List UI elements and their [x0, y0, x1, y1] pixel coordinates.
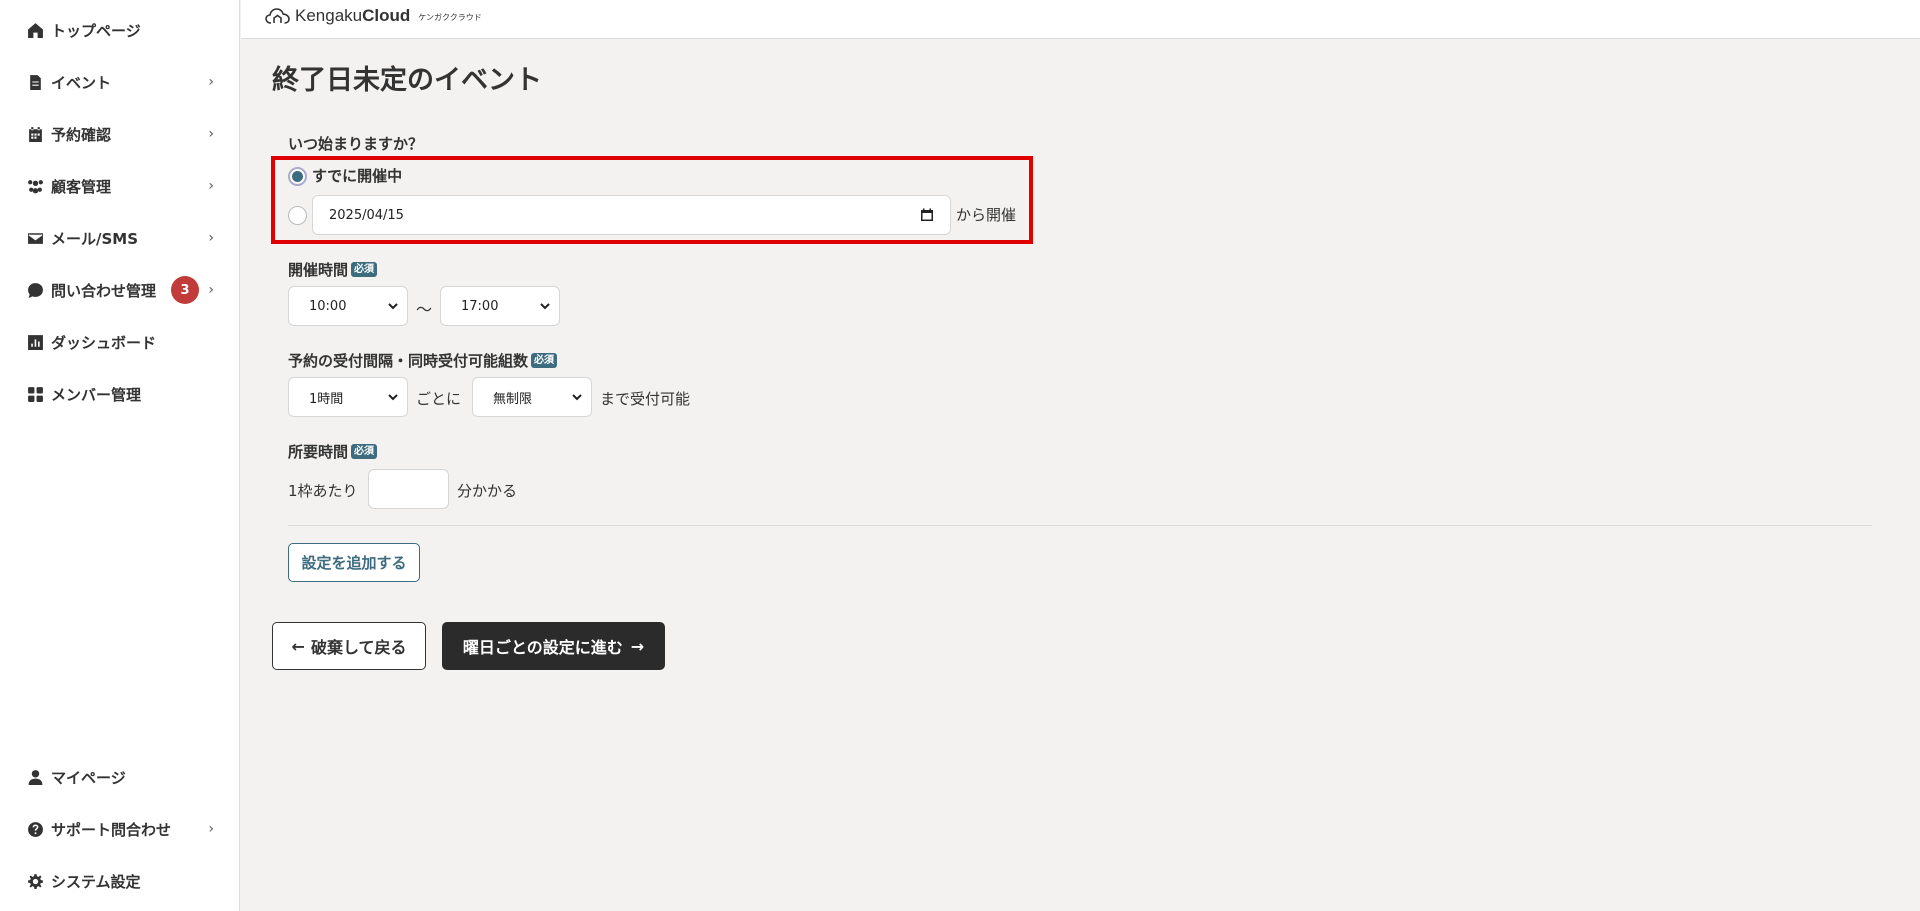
hours-end-select[interactable]: 17:00: [440, 286, 560, 326]
hours-label: 開催時間 必須: [288, 259, 378, 280]
hours-label-text: 開催時間: [288, 261, 349, 279]
add-setting-label: 設定を追加する: [301, 554, 407, 572]
discard-back-label: 破棄して戻る: [310, 638, 407, 657]
arrow-left-icon: ←: [291, 636, 305, 656]
required-badge: 必須: [351, 444, 378, 459]
sidebar-item-label: 問い合わせ管理: [51, 281, 157, 300]
sidebar-item-members[interactable]: メンバー管理: [0, 374, 240, 414]
sidebar-item-label: イベント: [51, 73, 112, 92]
home-icon: [27, 22, 44, 39]
hours-start-select[interactable]: 10:00: [288, 286, 408, 326]
sidebar-item-label: 顧客管理: [51, 177, 112, 196]
capacity-value: 無制限: [493, 391, 533, 407]
calendar-icon: [27, 126, 44, 143]
duration-prefix: 1枠あたり: [288, 482, 358, 500]
sidebar-item-customers[interactable]: 顧客管理 ›: [0, 166, 240, 206]
discard-back-button[interactable]: ← 破棄して戻る: [272, 622, 426, 670]
next-weekday-settings-button[interactable]: 曜日ごとの設定に進む →: [442, 622, 665, 670]
question-icon: [27, 821, 44, 838]
sidebar-item-my-page[interactable]: マイページ: [0, 757, 240, 797]
sidebar-item-mail-sms[interactable]: メール/SMS ›: [0, 218, 240, 258]
chevron-right-icon: ›: [208, 230, 214, 246]
sidebar-item-event[interactable]: イベント ›: [0, 62, 240, 102]
grid-icon: [27, 386, 44, 403]
sidebar-item-label: サポート問合わせ: [51, 820, 172, 839]
start-date-input[interactable]: 2025/04/15: [312, 195, 951, 235]
radio-already-running-label[interactable]: すでに開催中: [312, 165, 402, 186]
sidebar-item-label: メール/SMS: [51, 229, 139, 248]
required-badge: 必須: [531, 353, 558, 368]
calendar-picker-icon[interactable]: [920, 208, 934, 222]
arrow-right-icon: →: [630, 636, 645, 656]
sidebar-item-dashboard[interactable]: ダッシュボード: [0, 322, 240, 362]
page-title: 終了日未定のイベント: [272, 65, 542, 96]
required-badge: 必須: [351, 262, 378, 277]
duration-suffix: 分かかる: [457, 482, 518, 500]
radio-already-running[interactable]: [288, 167, 307, 186]
sidebar-item-reservations[interactable]: 予約確認 ›: [0, 114, 240, 154]
radio-start-date[interactable]: [288, 206, 307, 225]
chevron-right-icon: ›: [208, 821, 214, 837]
interval-label-text: 予約の受付間隔・同時受付可能組数: [288, 352, 529, 370]
next-weekday-settings-label: 曜日ごとの設定に進む: [462, 638, 623, 657]
chevron-down-icon: [388, 394, 398, 401]
chart-icon: [27, 334, 44, 351]
start-date-suffix: から開催: [956, 206, 1017, 224]
chevron-down-icon: [572, 394, 582, 401]
chevron-right-icon: ›: [208, 126, 214, 142]
divider: [288, 525, 1872, 526]
chevron-down-icon: [388, 303, 398, 310]
chat-bubble-icon: [27, 282, 44, 299]
interval-per-text: ごとに: [416, 390, 462, 408]
sidebar-item-system-settings[interactable]: システム設定: [0, 861, 240, 901]
add-setting-button[interactable]: 設定を追加する: [288, 543, 420, 582]
sidebar-item-inquiries[interactable]: 問い合わせ管理 3 ›: [0, 270, 240, 310]
sidebar-item-top-page[interactable]: トップページ: [0, 10, 240, 50]
users-icon: [27, 178, 44, 195]
sidebar: トップページ イベント › 予約確認 › 顧客管理 › メール/SMS › 問い…: [0, 0, 240, 911]
cloud-logo-icon: [265, 8, 290, 24]
sidebar-item-label: メンバー管理: [51, 385, 142, 404]
gear-icon: [27, 873, 44, 890]
interval-label: 予約の受付間隔・同時受付可能組数 必須: [288, 350, 558, 371]
duration-label: 所要時間 必須: [288, 441, 378, 462]
interval-select[interactable]: 1時間: [288, 377, 408, 417]
notification-badge: 3: [171, 276, 199, 304]
logo-wordmark: KengakuCloud: [295, 6, 411, 25]
top-bar: KengakuCloud ケンガククラウド: [241, 0, 1920, 39]
duration-minutes-input[interactable]: [368, 469, 449, 509]
chevron-right-icon: ›: [208, 282, 214, 298]
logo-kana: ケンガククラウド: [418, 13, 482, 22]
hours-end-value: 17:00: [461, 298, 499, 314]
person-icon: [27, 769, 44, 786]
sidebar-item-label: トップページ: [51, 21, 141, 40]
hours-start-value: 10:00: [309, 298, 347, 314]
duration-label-text: 所要時間: [288, 443, 349, 461]
mail-icon: [27, 230, 44, 247]
app-logo[interactable]: KengakuCloud ケンガククラウド: [265, 6, 482, 26]
start-date-value: 2025/04/15: [329, 207, 404, 223]
capacity-suffix: まで受付可能: [600, 390, 691, 408]
sidebar-item-label: マイページ: [51, 768, 126, 787]
sidebar-item-label: ダッシュボード: [51, 333, 157, 352]
sidebar-item-support[interactable]: サポート問合わせ ›: [0, 809, 240, 849]
interval-value: 1時間: [309, 391, 344, 407]
capacity-select[interactable]: 無制限: [472, 377, 592, 417]
chevron-down-icon: [540, 303, 550, 310]
hours-tilde: 〜: [416, 300, 433, 319]
document-icon: [27, 74, 44, 91]
sidebar-item-label: システム設定: [51, 872, 141, 891]
chevron-right-icon: ›: [208, 178, 214, 194]
start-question-label: いつ始まりますか？: [288, 135, 424, 153]
chevron-right-icon: ›: [208, 74, 214, 90]
sidebar-item-label: 予約確認: [51, 125, 112, 144]
